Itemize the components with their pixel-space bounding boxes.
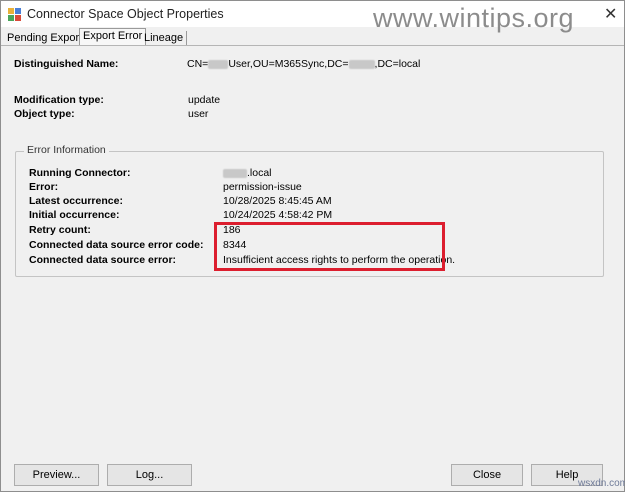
latest-occurrence-value: 10/28/2025 8:45:45 AM	[223, 195, 332, 207]
modification-type-label: Modification type:	[14, 94, 104, 106]
object-type-label: Object type:	[14, 108, 75, 120]
error-label: Error:	[29, 181, 59, 193]
dn-value: CN= User,OU=M365Sync,DC= ,DC=local	[187, 58, 421, 70]
preview-button[interactable]: Preview...	[14, 464, 99, 486]
close-button[interactable]: Close	[451, 464, 523, 486]
latest-occurrence-label: Latest occurrence:	[29, 195, 123, 207]
log-button[interactable]: Log...	[107, 464, 192, 486]
modification-type-value: update	[188, 94, 221, 106]
app-icon	[8, 8, 21, 21]
footer-watermark: wsxdn.com	[578, 478, 625, 489]
tab-divider	[1, 45, 624, 46]
dn-label: Distinguished Name:	[14, 58, 119, 70]
error-value: permission-issue	[223, 181, 302, 193]
tab-export-error[interactable]: Export Error	[79, 28, 147, 45]
error-code-label: Connected data source error code:	[29, 239, 204, 251]
running-connector-value: .local	[223, 167, 272, 179]
initial-occurrence-value: 10/24/2025 4:58:42 PM	[223, 209, 333, 221]
tab-strip: Pending Export Export Error Lineage	[1, 28, 624, 46]
error-information-title: Error Information	[24, 144, 109, 156]
window-title: Connector Space Object Properties	[27, 7, 224, 21]
title-bar[interactable]: Connector Space Object Properties www.wi…	[1, 1, 624, 33]
initial-occurrence-label: Initial occurrence:	[29, 209, 120, 221]
running-connector-label: Running Connector:	[29, 167, 131, 179]
highlight-box	[214, 222, 445, 271]
object-type-value: user	[188, 108, 209, 120]
close-icon[interactable]: ✕	[604, 4, 617, 24]
export-error-panel: Distinguished Name: CN= User,OU=M365Sync,…	[4, 47, 620, 451]
tab-lineage[interactable]: Lineage	[141, 31, 188, 45]
properties-window: Connector Space Object Properties www.wi…	[0, 0, 625, 492]
data-source-error-label: Connected data source error:	[29, 254, 177, 266]
retry-count-label: Retry count:	[29, 224, 91, 236]
tab-pending-export[interactable]: Pending Export	[4, 31, 87, 45]
